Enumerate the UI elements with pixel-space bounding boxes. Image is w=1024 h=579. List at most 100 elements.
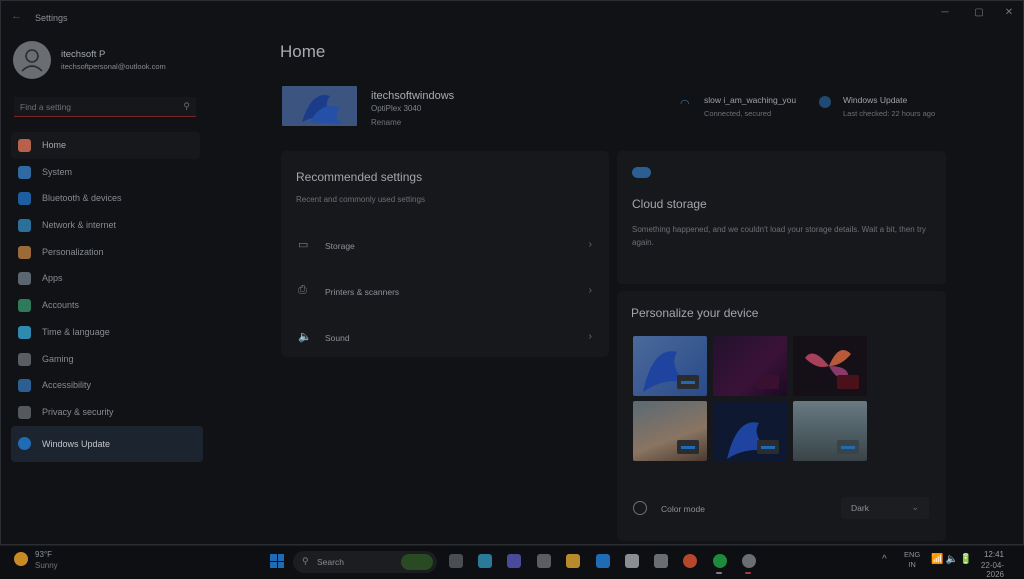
task-view-icon[interactable] <box>449 554 463 568</box>
device-name: itechsoftwindows <box>371 90 455 102</box>
sidebar-item-gaming[interactable]: Gaming <box>11 346 203 373</box>
sidebar-item-privacy[interactable]: Privacy & security <box>11 399 203 426</box>
windows-update-icon <box>18 436 31 450</box>
weather-description[interactable]: Sunny <box>35 561 58 570</box>
sidebar-item-time-language[interactable]: Time & language <box>11 319 203 346</box>
taskbar-search-label: Search <box>317 557 344 567</box>
skype-icon[interactable] <box>596 554 610 568</box>
sidebar-item-label: Privacy & security <box>42 406 114 417</box>
language-indicator[interactable]: ENG IN <box>904 550 920 570</box>
recommended-title: Recommended settings <box>296 170 423 184</box>
person-icon <box>21 49 43 72</box>
recommended-subtitle: Recent and commonly used settings <box>296 195 425 204</box>
store-icon[interactable] <box>537 554 551 568</box>
user-profile[interactable]: itechsoft P itechsoftpersonal@outlook.co… <box>13 41 203 81</box>
wallpaper-bloom-icon <box>282 86 357 126</box>
sidebar-item-apps[interactable]: Apps <box>11 265 203 292</box>
wallpaper-theme-1[interactable] <box>633 336 707 396</box>
taskbar-search[interactable]: ⚲ Search <box>293 551 437 573</box>
rename-link[interactable]: Rename <box>371 118 401 127</box>
clock-date[interactable]: 22-04-2026 <box>968 561 1004 579</box>
brush-icon <box>18 245 31 259</box>
avatar[interactable] <box>13 41 51 79</box>
recommended-item-printers[interactable]: ⎙ Printers & scanners › <box>281 271 609 311</box>
title-bar: ← Settings ─ ▢ ✕ <box>1 1 1023 33</box>
recommended-item-label: Printers & scanners <box>325 287 400 297</box>
sun-icon[interactable] <box>14 552 28 566</box>
device-thumbnail <box>280 84 359 128</box>
cloud-storage-card: Cloud storage Something happened, and we… <box>617 151 946 284</box>
theme-badge <box>677 375 699 389</box>
minimize-button[interactable]: ─ <box>931 7 959 21</box>
theme-badge <box>757 440 779 454</box>
account-icon <box>18 299 31 313</box>
sidebar-item-system[interactable]: System <box>11 159 203 186</box>
sidebar-item-label: System <box>42 166 73 177</box>
clock-time[interactable]: 12:41 <box>982 550 1004 559</box>
maximize-button[interactable]: ▢ <box>965 7 993 21</box>
sidebar-item-label: Personalization <box>42 246 104 257</box>
chrome-icon[interactable] <box>683 554 697 568</box>
weather-temperature[interactable]: 93°F <box>35 550 52 559</box>
recommended-item-storage[interactable]: ▭ Storage › <box>281 225 609 265</box>
search-highlight-image <box>401 554 433 570</box>
sidebar-item-home[interactable]: Home <box>11 132 200 159</box>
cloud-icon <box>632 167 651 178</box>
wallpaper-theme-5[interactable] <box>713 401 787 461</box>
spotify-icon[interactable] <box>713 554 727 568</box>
wallpaper-theme-2[interactable] <box>713 336 787 396</box>
windows-update-icon <box>819 96 831 108</box>
sidebar-item-network[interactable]: Network & internet <box>11 212 203 239</box>
search-icon: ⚲ <box>302 556 309 566</box>
wallpaper-theme-6[interactable] <box>793 401 867 461</box>
color-mode-label: Color mode <box>661 504 705 514</box>
close-button[interactable]: ✕ <box>995 7 1023 21</box>
settings-gear-icon[interactable] <box>742 554 756 568</box>
wifi-icon <box>18 219 31 233</box>
cloud-title: Cloud storage <box>632 197 707 211</box>
windows-start-icon[interactable] <box>270 554 284 568</box>
teams-icon[interactable] <box>507 554 521 568</box>
globe-clock-icon <box>18 325 31 339</box>
file-explorer-icon[interactable] <box>566 554 580 568</box>
sidebar-item-label: Windows Update <box>42 438 111 449</box>
accessibility-icon <box>18 379 31 393</box>
search-icon[interactable]: ⚲ <box>183 101 190 112</box>
user-email: itechsoftpersonal@outlook.com <box>61 62 166 71</box>
search-box[interactable]: ⚲ <box>14 97 196 117</box>
back-arrow-icon[interactable]: ← <box>11 10 22 22</box>
wallpaper-theme-3[interactable] <box>793 336 867 396</box>
region-code: IN <box>908 560 916 569</box>
search-input[interactable] <box>20 100 170 113</box>
palette-icon <box>633 501 647 515</box>
user-name: itechsoft P <box>61 49 106 60</box>
chevron-up-icon[interactable]: ^ <box>882 554 887 565</box>
theme-badge <box>837 375 859 389</box>
speaker-icon: 🔈 <box>298 331 312 343</box>
sidebar-item-accounts[interactable]: Accounts <box>11 292 203 319</box>
theme-badge <box>837 440 859 454</box>
windows-update-status: Last checked: 22 hours ago <box>843 109 936 118</box>
copilot-icon[interactable] <box>478 554 492 568</box>
taskbar: 93°F Sunny ⚲ Search ^ ENG IN 📶🔈🔋 12:41 2… <box>0 545 1024 579</box>
sidebar-item-label: Gaming <box>42 353 74 364</box>
color-mode-dropdown[interactable]: Dark ⌄ <box>841 497 929 519</box>
sidebar-item-bluetooth[interactable]: Bluetooth & devices <box>11 185 203 212</box>
language-code: ENG <box>904 550 921 559</box>
snipping-tool-icon[interactable] <box>654 554 668 568</box>
wifi-name: slow i_am_waching_you <box>704 95 797 105</box>
sidebar-item-label: Accessibility <box>42 380 92 391</box>
sidebar-item-accessibility[interactable]: Accessibility <box>11 372 203 399</box>
recommended-settings-card: Recommended settings Recent and commonly… <box>281 151 609 357</box>
sidebar-item-personalization[interactable]: Personalization <box>11 239 203 266</box>
recommended-item-sound[interactable]: 🔈 Sound › <box>281 317 609 357</box>
wifi-status: Connected, secured <box>704 109 772 118</box>
theme-badge <box>677 440 699 454</box>
windows-update-name: Windows Update <box>843 95 908 105</box>
wallpaper-theme-4[interactable] <box>633 401 707 461</box>
chevron-right-icon: › <box>588 239 592 250</box>
sidebar-item-label: Home <box>42 140 67 150</box>
sidebar-item-windows-update[interactable]: Windows Update <box>11 425 203 462</box>
sidebar-item-label: Bluetooth & devices <box>42 193 122 204</box>
notepad-icon[interactable] <box>625 554 639 568</box>
